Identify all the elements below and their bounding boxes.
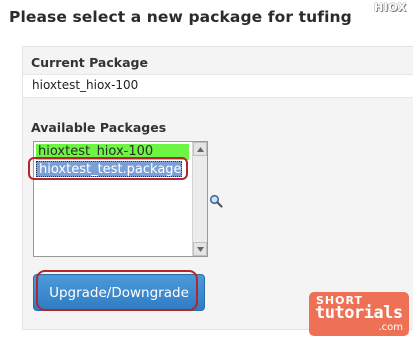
hiox-logo: HIOX [374, 1, 407, 14]
available-packages-listbox[interactable]: hioxtest_hiox-100 hioxtest_test.package [33, 141, 208, 257]
current-package-row: hioxtest_hiox-100 [23, 74, 413, 98]
magnifier-icon[interactable] [209, 194, 223, 208]
upgrade-downgrade-button[interactable]: Upgrade/Downgrade [33, 274, 205, 311]
page-title: Please select a new package for tufing [9, 8, 352, 26]
scroll-up-arrow[interactable] [193, 142, 207, 156]
current-package-label: Current Package [31, 55, 148, 70]
package-option-hiox-100[interactable]: hioxtest_hiox-100 [36, 144, 189, 160]
package-panel: Current Package hioxtest_hiox-100 Availa… [22, 46, 413, 330]
short-tutorials-logo: SHORT tutorials .com [309, 292, 409, 336]
available-packages-label: Available Packages [31, 120, 167, 135]
package-option-test-package[interactable]: hioxtest_test.package [36, 161, 182, 177]
brand-line-com: .com [378, 322, 403, 333]
current-package-value: hioxtest_hiox-100 [32, 78, 139, 92]
chevron-down-icon [197, 247, 204, 252]
listbox-scrollbar[interactable] [192, 142, 207, 256]
chevron-up-icon [197, 147, 204, 152]
scroll-down-arrow[interactable] [193, 242, 207, 256]
brand-line-tutorials: tutorials [315, 303, 403, 323]
